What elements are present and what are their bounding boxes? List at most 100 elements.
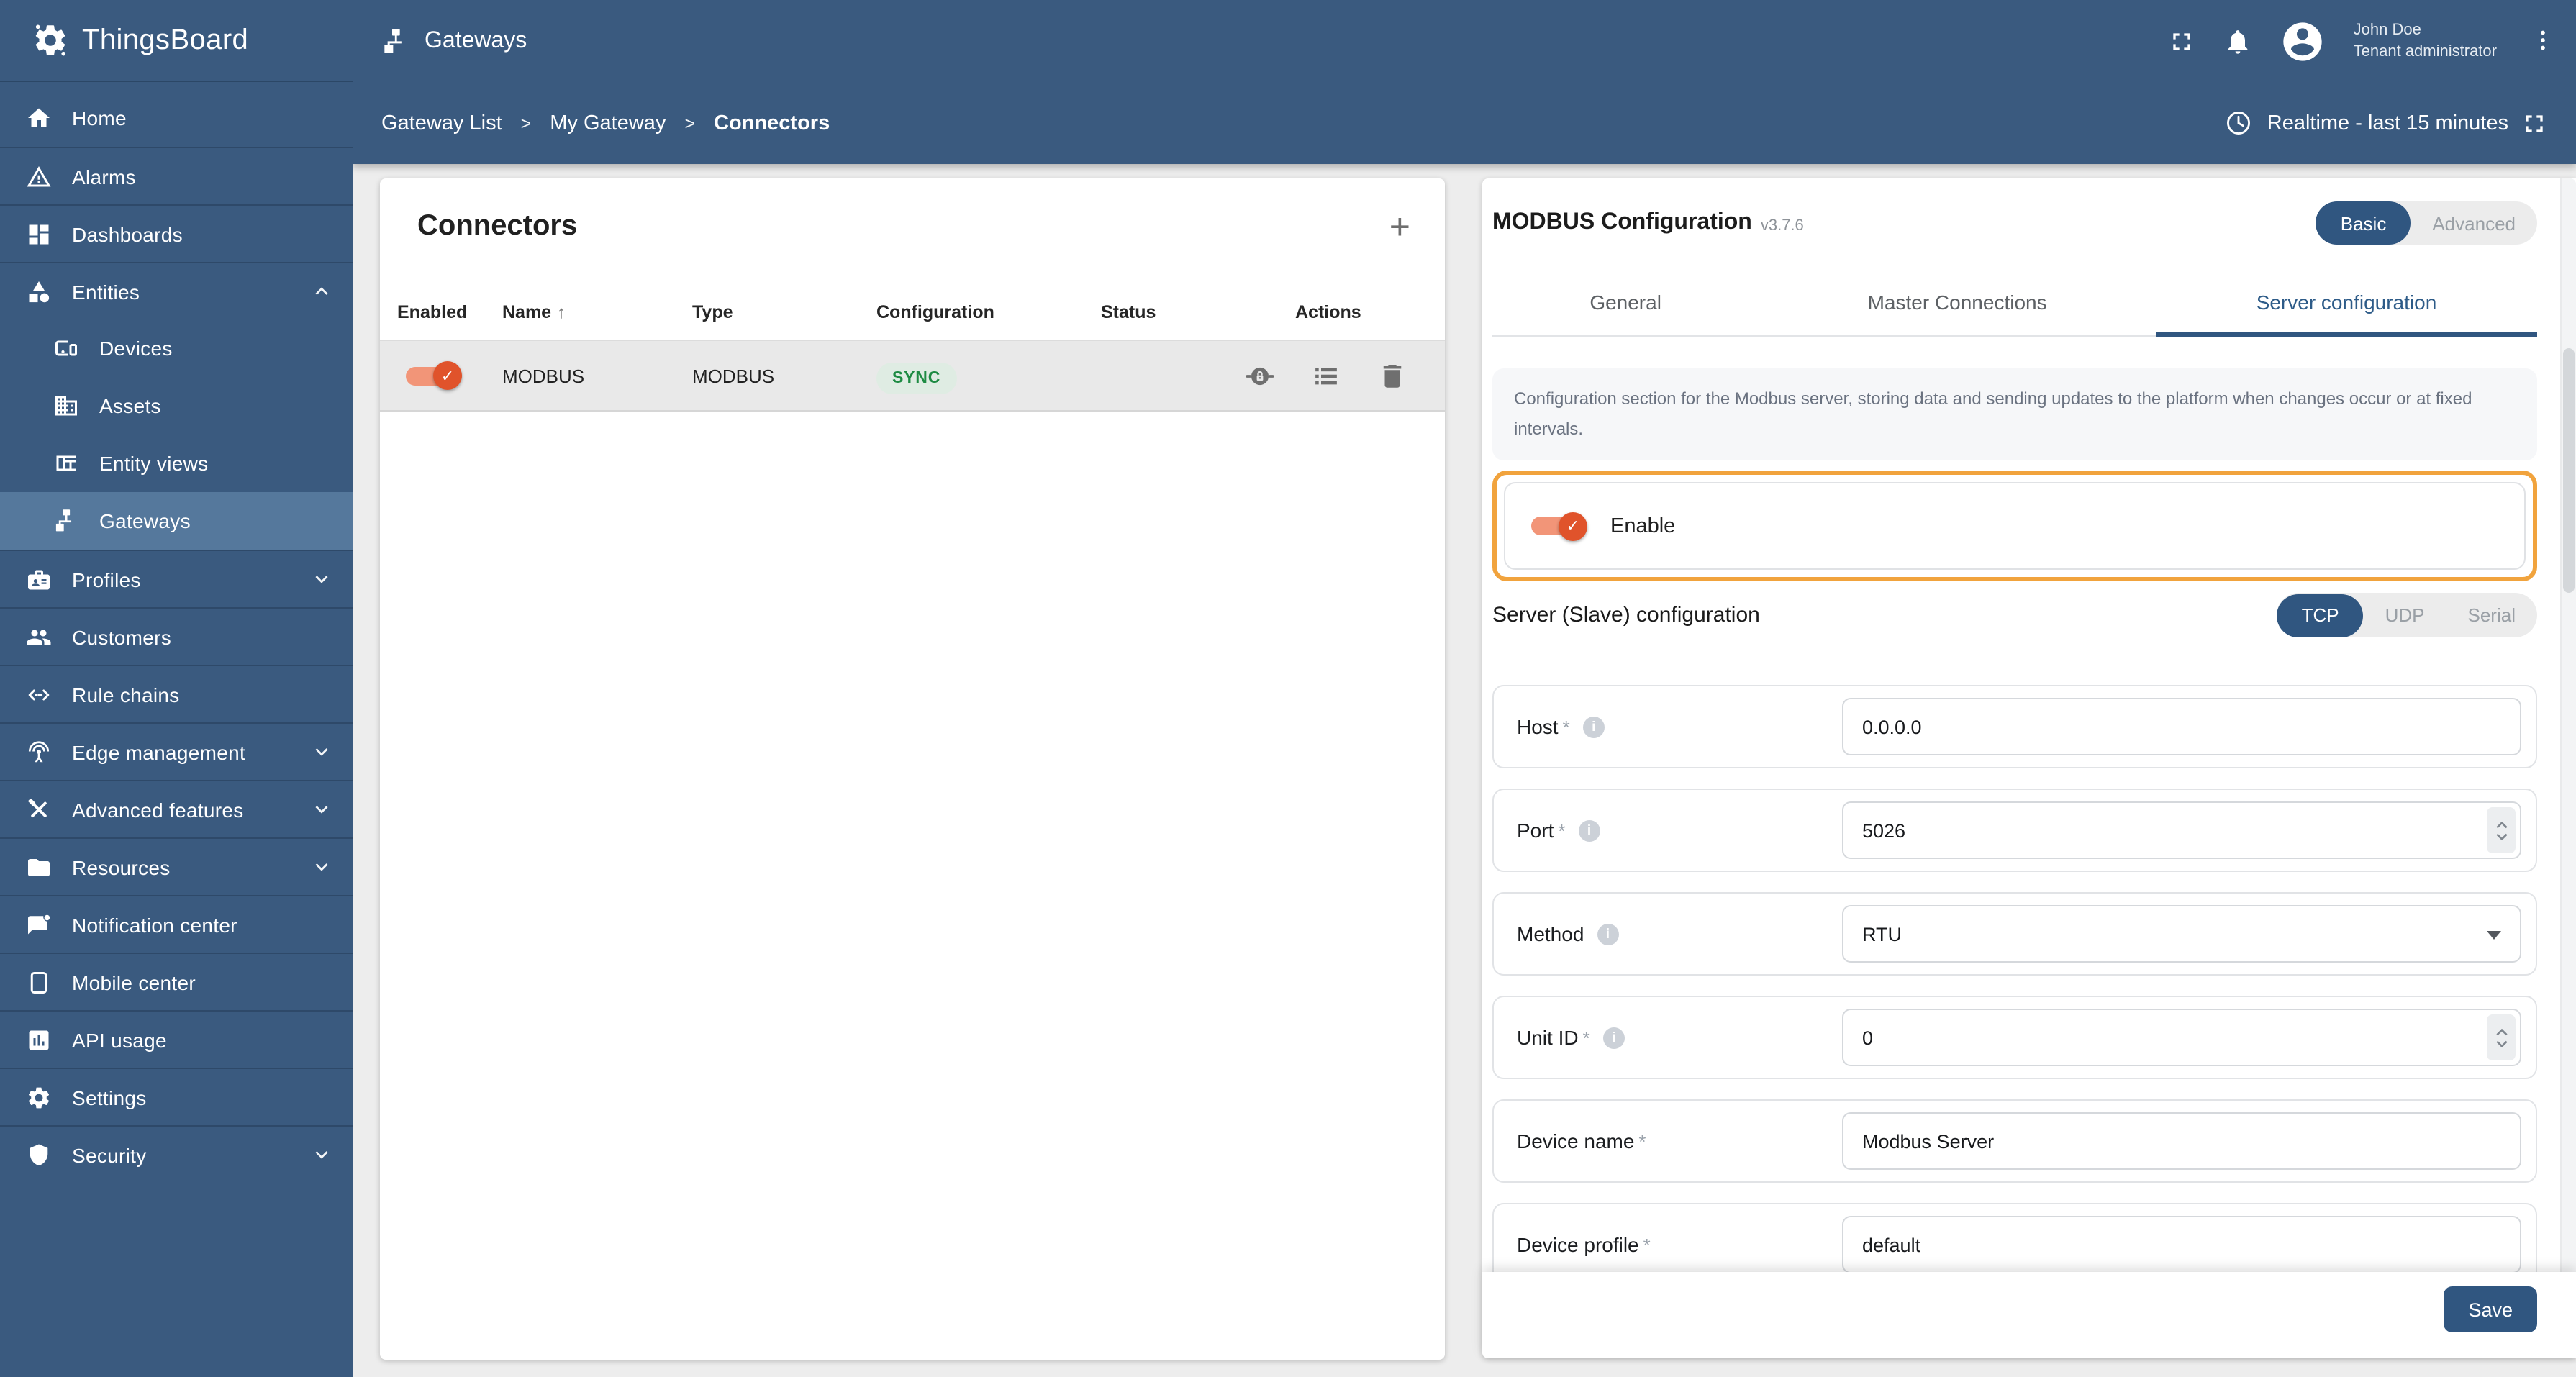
delete-trash-icon[interactable] bbox=[1377, 360, 1407, 391]
rule-chain-icon bbox=[26, 681, 52, 707]
transport-tcp-option[interactable]: TCP bbox=[2277, 594, 2364, 637]
connectors-card: Connectors + Enabled Name ↑ Type Configu… bbox=[380, 178, 1445, 1360]
info-icon[interactable]: i bbox=[1597, 923, 1619, 945]
connectors-header: Connectors + bbox=[380, 178, 1445, 245]
folder-icon bbox=[26, 854, 52, 880]
sidebar-item-gateways[interactable]: Gateways bbox=[0, 492, 353, 550]
badge-icon bbox=[26, 566, 52, 592]
fullscreen-icon[interactable] bbox=[2168, 27, 2197, 55]
mode-segmented-control: Basic Advanced bbox=[2316, 201, 2537, 245]
save-button[interactable]: Save bbox=[2444, 1286, 2537, 1332]
user-menu[interactable]: John Doe Tenant administrator bbox=[2354, 19, 2497, 63]
breadcrumb-my-gateway[interactable]: My Gateway bbox=[550, 112, 666, 135]
breadcrumb-separator: > bbox=[520, 113, 532, 133]
sidebar-item-assets[interactable]: Assets bbox=[0, 377, 353, 435]
breadcrumb-gateway-list[interactable]: Gateway List bbox=[381, 112, 502, 135]
modbus-config-panel: MODBUS Configuration v3.7.6 Basic Advanc… bbox=[1482, 178, 2576, 1358]
sidebar-item-advanced-features[interactable]: Advanced features bbox=[0, 780, 353, 837]
rpc-terminal-icon[interactable] bbox=[1245, 360, 1275, 391]
sidebar-item-api-usage[interactable]: API usage bbox=[0, 1010, 353, 1068]
dashboard-icon bbox=[26, 221, 52, 247]
sidebar-item-home[interactable]: Home bbox=[0, 89, 353, 147]
connector-enabled-toggle[interactable]: ✓ bbox=[406, 361, 462, 390]
config-version: v3.7.6 bbox=[1760, 217, 1804, 234]
sidebar-item-resources[interactable]: Resources bbox=[0, 837, 353, 895]
device-profile-input-wrap bbox=[1842, 1216, 2521, 1273]
config-panel-header: MODBUS Configuration v3.7.6 Basic Advanc… bbox=[1492, 178, 2537, 245]
connector-type: MODBUS bbox=[692, 365, 775, 386]
method-field-row: Method i bbox=[1492, 892, 2537, 976]
device-profile-input[interactable] bbox=[1843, 1217, 2520, 1272]
sidebar-item-settings[interactable]: Settings bbox=[0, 1068, 353, 1125]
port-input-wrap bbox=[1842, 801, 2521, 859]
sidebar-item-edge-management[interactable]: Edge management bbox=[0, 722, 353, 780]
method-select[interactable] bbox=[1843, 906, 2520, 961]
sidebar-item-entities[interactable]: Entities bbox=[0, 262, 353, 319]
device-name-label: Device name bbox=[1517, 1130, 1635, 1153]
transport-serial-option[interactable]: Serial bbox=[2446, 594, 2538, 637]
connector-row-modbus[interactable]: ✓ MODBUS MODBUS SYNC bbox=[380, 340, 1445, 412]
toggle-check-icon: ✓ bbox=[1559, 512, 1587, 540]
antenna-icon bbox=[26, 739, 52, 765]
category-icon bbox=[26, 278, 52, 304]
dashboard-fullscreen-icon[interactable] bbox=[2520, 109, 2549, 137]
notifications-bell-icon[interactable] bbox=[2224, 27, 2253, 55]
required-star: * bbox=[1562, 716, 1570, 737]
chevron-down-icon bbox=[309, 855, 334, 879]
user-avatar-icon[interactable] bbox=[2280, 18, 2326, 64]
sidebar-item-alarms[interactable]: Alarms bbox=[0, 147, 353, 204]
breadcrumb-bar: Gateway List > My Gateway > Connectors R… bbox=[353, 82, 2576, 164]
unit-id-field-row: Unit ID * i bbox=[1492, 996, 2537, 1079]
host-input[interactable] bbox=[1843, 699, 2520, 754]
mode-advanced-option[interactable]: Advanced bbox=[2411, 201, 2537, 245]
number-spinner-icon[interactable] bbox=[2487, 807, 2516, 853]
required-star: * bbox=[1558, 819, 1566, 841]
panel-footer: Save bbox=[1482, 1272, 2576, 1358]
sidebar-item-devices[interactable]: Devices bbox=[0, 319, 353, 377]
content-area: Connectors + Enabled Name ↑ Type Configu… bbox=[353, 164, 2576, 1377]
dropdown-arrow-icon[interactable] bbox=[2487, 931, 2501, 940]
unit-id-input[interactable] bbox=[1843, 1010, 2520, 1065]
col-name-sort[interactable]: Name ↑ bbox=[502, 302, 692, 322]
timewindow-button[interactable]: Realtime - last 15 minutes bbox=[2226, 109, 2508, 137]
sidebar-item-customers[interactable]: Customers bbox=[0, 607, 353, 665]
transport-udp-option[interactable]: UDP bbox=[2364, 594, 2446, 637]
sidebar-item-security[interactable]: Security bbox=[0, 1125, 353, 1183]
people-icon bbox=[26, 624, 52, 650]
info-icon[interactable]: i bbox=[1602, 1027, 1625, 1048]
chat-dot-icon bbox=[26, 912, 52, 937]
header-actions: John Doe Tenant administrator bbox=[2168, 18, 2556, 64]
number-spinner-icon[interactable] bbox=[2487, 1014, 2516, 1060]
tab-server-configuration[interactable]: Server configuration bbox=[2156, 268, 2537, 337]
sidebar-item-entity-views[interactable]: Entity views bbox=[0, 435, 353, 492]
required-star: * bbox=[1643, 1234, 1651, 1255]
timewindow-label: Realtime - last 15 minutes bbox=[2267, 112, 2508, 135]
enable-highlight-outline: ✓ Enable bbox=[1492, 471, 2537, 581]
port-input[interactable] bbox=[1843, 803, 2520, 858]
home-icon bbox=[26, 105, 52, 131]
host-input-wrap bbox=[1842, 698, 2521, 755]
sidebar-item-notification-center[interactable]: Notification center bbox=[0, 895, 353, 953]
app-logo[interactable]: ThingsBoard bbox=[0, 0, 353, 82]
logs-list-icon[interactable] bbox=[1311, 360, 1341, 391]
sidebar-item-rule-chains[interactable]: Rule chains bbox=[0, 665, 353, 722]
required-star: * bbox=[1638, 1130, 1646, 1152]
mode-basic-option[interactable]: Basic bbox=[2316, 201, 2411, 245]
add-connector-button[interactable]: + bbox=[1389, 209, 1410, 245]
kebab-menu-icon[interactable] bbox=[2530, 27, 2556, 55]
info-icon[interactable]: i bbox=[1582, 716, 1605, 737]
sidebar-item-profiles[interactable]: Profiles bbox=[0, 550, 353, 607]
panel-scrollbar[interactable] bbox=[2560, 178, 2576, 1358]
server-slave-section: Server (Slave) configuration TCP UDP Ser… bbox=[1492, 593, 2537, 637]
server-enable-toggle[interactable]: ✓ bbox=[1531, 512, 1587, 540]
info-icon[interactable]: i bbox=[1578, 819, 1600, 841]
host-field-row: Host * i bbox=[1492, 685, 2537, 768]
tab-general[interactable]: General bbox=[1492, 268, 1759, 335]
sidebar-item-mobile-center[interactable]: Mobile center bbox=[0, 953, 353, 1010]
tab-master-connections[interactable]: Master Connections bbox=[1759, 268, 2156, 335]
server-config-form: Host * i Port * i bbox=[1492, 685, 2537, 1286]
scrollbar-thumb[interactable] bbox=[2562, 348, 2574, 593]
building-icon bbox=[53, 393, 79, 419]
sidebar-item-dashboards[interactable]: Dashboards bbox=[0, 204, 353, 262]
device-name-input[interactable] bbox=[1843, 1114, 2520, 1168]
